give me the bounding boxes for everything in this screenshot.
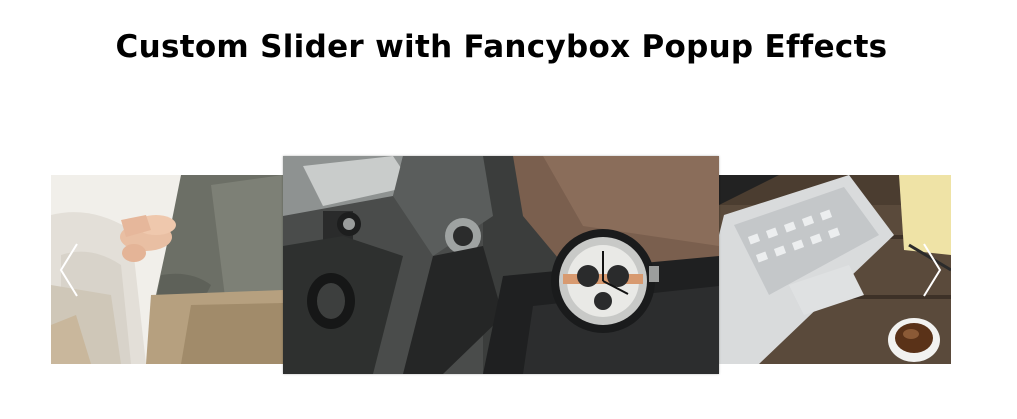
slide-wristwatch-motorcycle[interactable] [283, 156, 719, 374]
photo-wristwatch-icon [283, 156, 719, 374]
next-slide-button[interactable] [916, 240, 946, 300]
image-slider [0, 0, 1017, 419]
photo-person-sitting-icon [51, 175, 283, 364]
prev-slide-button[interactable] [55, 240, 85, 300]
slide-man-clasped-hands[interactable] [51, 175, 283, 364]
chevron-left-icon [59, 243, 78, 297]
page: Custom Slider with Fancybox Popup Effect… [0, 0, 1017, 419]
chevron-right-icon [923, 243, 942, 297]
